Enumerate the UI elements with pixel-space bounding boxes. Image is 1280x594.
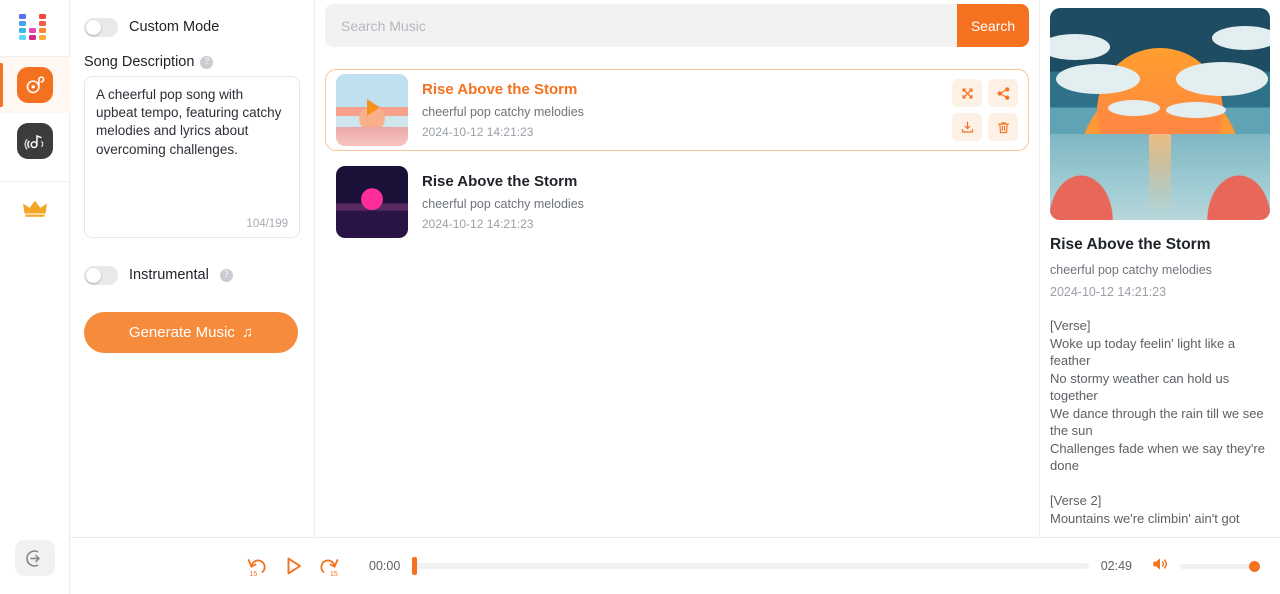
song-tags: cheerful pop catchy melodies bbox=[422, 197, 584, 211]
sound-wave-note-icon bbox=[16, 123, 53, 159]
cloud-shape bbox=[1212, 26, 1270, 50]
lyrics-text: [Verse] Woke up today feelin' light like… bbox=[1050, 318, 1265, 526]
sidebar-item-sound-effects[interactable] bbox=[0, 113, 70, 169]
detail-title: Rise Above the Storm bbox=[1050, 236, 1211, 253]
song-list: Rise Above the Storm cheerful pop catchy… bbox=[325, 69, 1029, 243]
sign-in-icon[interactable] bbox=[14, 540, 55, 576]
forward-15-button[interactable]: 15 bbox=[317, 554, 341, 578]
grass-shape bbox=[1202, 168, 1270, 220]
crown-icon[interactable] bbox=[22, 198, 48, 223]
sidebar-rail bbox=[0, 0, 70, 594]
cloud-shape bbox=[1166, 102, 1226, 118]
cover-art bbox=[1050, 8, 1270, 220]
instrumental-toggle[interactable] bbox=[84, 265, 118, 285]
detail-tags: cheerful pop catchy melodies bbox=[1050, 263, 1212, 277]
sidebar-item-music-generator[interactable] bbox=[0, 57, 70, 113]
song-date: 2024-10-12 14:21:23 bbox=[422, 217, 534, 231]
generate-music-button[interactable]: Generate Music ♫ bbox=[84, 312, 298, 353]
song-info: Rise Above the Storm cheerful pop catchy… bbox=[422, 81, 938, 139]
generation-form-panel: Custom Mode Song Description ? A cheerfu… bbox=[70, 0, 315, 537]
song-thumbnail[interactable] bbox=[336, 166, 408, 238]
music-note-icon: ♫ bbox=[241, 324, 254, 341]
song-info: Rise Above the Storm cheerful pop catchy… bbox=[422, 173, 1018, 231]
detail-date: 2024-10-12 14:21:23 bbox=[1050, 285, 1167, 299]
song-title: Rise Above the Storm bbox=[422, 81, 578, 98]
custom-mode-label: Custom Mode bbox=[129, 19, 220, 35]
play-button[interactable] bbox=[281, 554, 305, 578]
rewind-15-button[interactable]: 15 bbox=[245, 554, 269, 578]
cloud-shape bbox=[1050, 34, 1110, 60]
transport-controls: 15 15 bbox=[245, 554, 341, 578]
character-counter: 104/199 bbox=[246, 218, 288, 230]
play-icon[interactable] bbox=[359, 95, 385, 126]
music-generator-app: Custom Mode Song Description ? A cheerfu… bbox=[0, 0, 1280, 594]
music-disc-icon bbox=[16, 67, 53, 103]
cloud-shape bbox=[1108, 100, 1160, 116]
song-date: 2024-10-12 14:21:23 bbox=[422, 125, 534, 139]
song-title: Rise Above the Storm bbox=[422, 173, 578, 190]
progress-handle[interactable] bbox=[412, 557, 418, 575]
song-list-item[interactable]: Rise Above the Storm cheerful pop catchy… bbox=[325, 69, 1029, 151]
song-detail-panel: Rise Above the Storm cheerful pop catchy… bbox=[1040, 0, 1280, 537]
search-bar: Search bbox=[325, 4, 1029, 47]
total-time: 02:49 bbox=[1100, 559, 1132, 573]
volume-slider[interactable] bbox=[1180, 560, 1260, 572]
current-time: 00:00 bbox=[369, 559, 401, 573]
progress-bar[interactable] bbox=[412, 557, 1089, 575]
search-input[interactable] bbox=[325, 4, 957, 47]
toggle-knob bbox=[86, 267, 101, 283]
song-description-input[interactable]: A cheerful pop song with upbeat tempo, f… bbox=[84, 76, 300, 238]
toggle-knob bbox=[86, 19, 101, 35]
generate-music-label: Generate Music bbox=[128, 324, 235, 341]
svg-text:15: 15 bbox=[330, 571, 338, 578]
song-tags: cheerful pop catchy melodies bbox=[422, 105, 584, 119]
download-button[interactable] bbox=[952, 113, 982, 141]
song-description-value: A cheerful pop song with upbeat tempo, f… bbox=[96, 87, 286, 157]
custom-mode-toggle[interactable] bbox=[84, 17, 118, 37]
instrumental-row[interactable]: Instrumental ? bbox=[84, 258, 300, 292]
song-list-item[interactable]: Rise Above the Storm cheerful pop catchy… bbox=[325, 161, 1029, 243]
song-description-label-row: Song Description ? bbox=[84, 54, 300, 70]
share-button[interactable] bbox=[988, 79, 1018, 107]
instrumental-label: Instrumental bbox=[129, 267, 209, 283]
player-bar: 15 15 00:00 02:49 bbox=[70, 537, 1280, 594]
delete-button[interactable] bbox=[988, 113, 1018, 141]
grass-shape bbox=[1050, 168, 1118, 220]
custom-mode-row[interactable]: Custom Mode bbox=[84, 10, 300, 44]
sun-reflection bbox=[1149, 134, 1171, 214]
song-thumbnail[interactable] bbox=[336, 74, 408, 146]
help-icon[interactable]: ? bbox=[200, 55, 214, 69]
svg-text:15: 15 bbox=[250, 571, 258, 578]
song-description-label: Song Description bbox=[84, 54, 195, 70]
equalizer-logo bbox=[17, 12, 53, 44]
search-button[interactable]: Search bbox=[957, 4, 1029, 47]
volume-control bbox=[1150, 554, 1260, 579]
rail-divider-2 bbox=[0, 181, 69, 182]
volume-icon[interactable] bbox=[1150, 554, 1170, 579]
cloud-shape bbox=[1056, 64, 1140, 94]
main-content: Search Rise Above the Storm cheerful pop… bbox=[315, 0, 1040, 537]
expand-button[interactable] bbox=[952, 79, 982, 107]
cloud-shape bbox=[1176, 62, 1268, 96]
help-icon[interactable]: ? bbox=[219, 268, 233, 282]
song-actions bbox=[952, 79, 1018, 141]
volume-handle[interactable] bbox=[1249, 560, 1260, 572]
sidebar-footer bbox=[14, 540, 55, 576]
